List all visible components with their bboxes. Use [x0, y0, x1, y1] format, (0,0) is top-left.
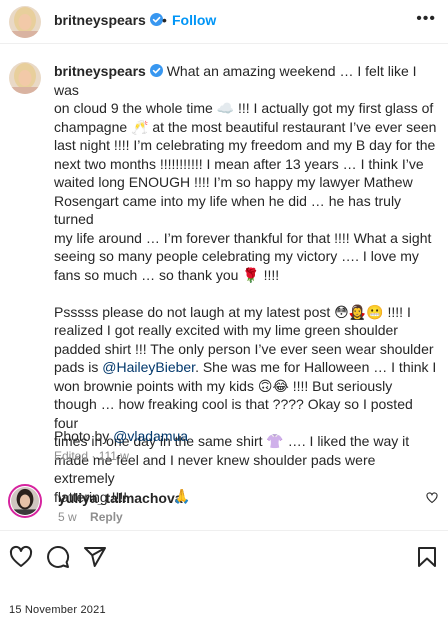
share-button[interactable] [83, 545, 107, 569]
commenter-avatar[interactable] [8, 484, 42, 518]
comment-item: yuliya_talmachova 🙏 5 w Reply [0, 480, 448, 530]
author-username[interactable]: britneyspears [54, 12, 163, 28]
caption-mention-link[interactable]: @HaileyBieber [102, 359, 195, 375]
follow-button[interactable]: Follow [172, 12, 216, 28]
caption-author-avatar[interactable] [9, 62, 41, 94]
author-avatar[interactable] [9, 6, 41, 38]
comment-text: 🙏 [173, 488, 191, 504]
comment-like-heart-icon[interactable] [426, 492, 438, 504]
paper-plane-icon [84, 547, 106, 567]
verified-badge-icon [149, 13, 163, 26]
photo-credit-mention[interactable]: @vladamua [113, 428, 188, 444]
photo-credit-label: Photo by [54, 428, 110, 444]
comment-bubble-icon [47, 546, 70, 568]
caption-username[interactable]: britneyspears [54, 63, 163, 79]
caption-body: What an amazing weekend … I felt like I … [54, 63, 437, 375]
heart-outline-icon [9, 545, 33, 567]
more-options-button[interactable]: ••• [416, 10, 436, 28]
post-date: 15 November 2021 [9, 604, 106, 616]
like-button[interactable] [9, 545, 33, 569]
comment-age: 5 w [58, 510, 77, 524]
header-separator-dot: • [162, 12, 167, 28]
verified-badge-icon [149, 64, 163, 77]
bookmark-icon [418, 547, 436, 567]
save-button[interactable] [415, 545, 439, 569]
reply-button[interactable]: Reply [90, 510, 123, 524]
profile-photo-icon [9, 62, 41, 94]
comment-button[interactable] [46, 545, 70, 569]
commenter-username[interactable]: yuliya_talmachova [58, 490, 183, 506]
photo-credit: Photo by @vladamua [54, 428, 188, 444]
caption-username-text: britneyspears [54, 63, 146, 79]
post-actions-bar [0, 530, 448, 582]
profile-photo-icon [11, 487, 39, 515]
profile-photo-icon [9, 6, 41, 38]
comment-meta: 5 w Reply [58, 510, 123, 524]
post-header: britneyspears • Follow ••• [0, 0, 448, 44]
author-username-text: britneyspears [54, 12, 146, 28]
edited-timestamp: Edited · 111 w [54, 449, 129, 463]
